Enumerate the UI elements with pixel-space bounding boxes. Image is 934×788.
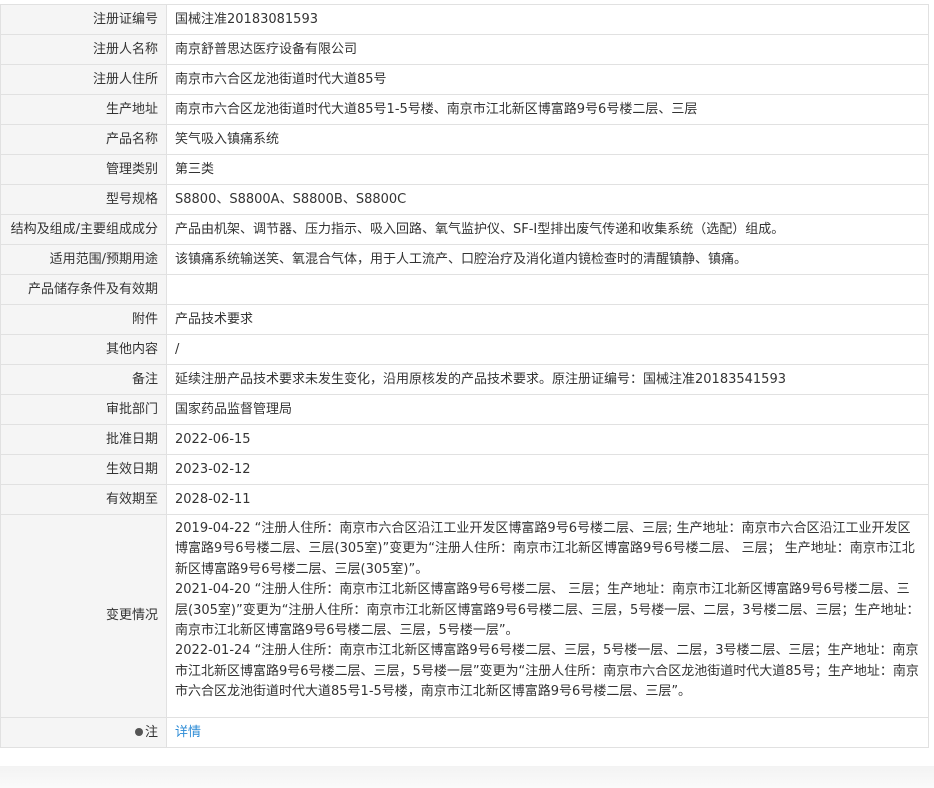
changes-label: 变更情况 [0,514,167,718]
lightbulb-icon [134,727,143,736]
table-row: 有效期至 2028-02-11 [0,484,929,515]
row-value: 2022-06-15 [166,424,929,455]
row-value: / [166,334,929,365]
row-label: 产品名称 [0,124,167,155]
row-value: 延续注册产品技术要求未发生变化，沿用原核发的产品技术要求。原注册证编号：国械注准… [166,364,929,395]
row-value: S8800、S8800A、S8800B、S8800C [166,184,929,215]
row-label: 备注 [0,364,167,395]
table-row: 注册人住所 南京市六合区龙池街道时代大道85号 [0,64,929,95]
note-label-cell: 注 [0,717,167,748]
change-entry: 2019-04-22 “注册人住所：南京市六合区沿江工业开发区博富路9号6号楼二… [175,521,915,577]
table-row: 结构及组成/主要组成成分 产品由机架、调节器、压力指示、吸入回路、氧气监护仪、SF… [0,214,929,245]
table-row-changes: 变更情况 2019-04-22 “注册人住所：南京市六合区沿江工业开发区博富路9号… [0,514,929,718]
table-row: 其他内容 / [0,334,929,365]
row-label: 生产地址 [0,94,167,125]
row-value: 国械注准20183081593 [166,4,929,35]
change-entry: 2022-01-24 “注册人住所：南京市江北新区博富路9号6号楼二层、三层，5… [175,643,919,700]
row-label: 审批部门 [0,394,167,425]
row-value: 笑气吸入镇痛系统 [166,124,929,155]
table-row: 适用范围/预期用途 该镇痛系统输送笑、氧混合气体，用于人工流产、口腔治疗及消化道内… [0,244,929,275]
row-label: 其他内容 [0,334,167,365]
row-value: 南京舒普思达医疗设备有限公司 [166,34,929,65]
row-value [166,274,929,305]
table-row: 产品名称 笑气吸入镇痛系统 [0,124,929,155]
table-row: 生产地址 南京市六合区龙池街道时代大道85号1-5号楼、南京市江北新区博富路9号6… [0,94,929,125]
row-value: 2028-02-11 [166,484,929,515]
row-value: 国家药品监督管理局 [166,394,929,425]
row-label: 有效期至 [0,484,167,515]
row-value: 该镇痛系统输送笑、氧混合气体，用于人工流产、口腔治疗及消化道内镜检查时的清醒镇静… [166,244,929,275]
table-row: 批准日期 2022-06-15 [0,424,929,455]
page: 注册证编号 国械注准20183081593 注册人名称 南京舒普思达医疗设备有限公司注… [0,0,934,788]
row-label: 产品储存条件及有效期 [0,274,167,305]
row-label: 注册人住所 [0,64,167,95]
table-row: 注册证编号 国械注准20183081593 [0,4,929,35]
row-label: 生效日期 [0,454,167,485]
table-row: 备注 延续注册产品技术要求未发生变化，沿用原核发的产品技术要求。原注册证编号：国械… [0,364,929,395]
row-label: 型号规格 [0,184,167,215]
table-row: 生效日期 2023-02-12 [0,454,929,485]
row-label: 注册证编号 [0,4,167,35]
row-value: 南京市六合区龙池街道时代大道85号 [166,64,929,95]
row-value: 产品由机架、调节器、压力指示、吸入回路、氧气监护仪、SF-Ⅰ型排出废气传递和收集… [166,214,929,245]
row-value: 产品技术要求 [166,304,929,335]
row-label: 附件 [0,304,167,335]
table-row: 型号规格 S8800、S8800A、S8800B、S8800C [0,184,929,215]
table-row: 附件 产品技术要求 [0,304,929,335]
row-label: 管理类别 [0,154,167,185]
row-label: 适用范围/预期用途 [0,244,167,275]
row-value: 2023-02-12 [166,454,929,485]
bottom-band [0,766,934,788]
row-label: 注册人名称 [0,34,167,65]
table-row-note: 注 详情 [0,717,929,748]
details-link[interactable]: 详情 [175,725,201,740]
note-value-cell: 详情 [166,717,929,748]
row-label: 批准日期 [0,424,167,455]
change-entry: 2021-04-20 “注册人住所：南京市江北新区博富路9号6号楼二层、 三层；… [175,582,920,639]
table-row: 审批部门 国家药品监督管理局 [0,394,929,425]
row-value: 第三类 [166,154,929,185]
registration-info-table: 注册证编号 国械注准20183081593 注册人名称 南京舒普思达医疗设备有限公司注… [0,4,929,748]
table-row: 产品储存条件及有效期 [0,274,929,305]
table-row: 管理类别 第三类 [0,154,929,185]
table-body: 注册证编号 国械注准20183081593 注册人名称 南京舒普思达医疗设备有限公司注… [0,4,929,748]
changes-value: 2019-04-22 “注册人住所：南京市六合区沿江工业开发区博富路9号6号楼二… [166,514,929,718]
row-label: 结构及组成/主要组成成分 [0,214,167,245]
table-row: 注册人名称 南京舒普思达医疗设备有限公司 [0,34,929,65]
row-value: 南京市六合区龙池街道时代大道85号1-5号楼、南京市江北新区博富路9号6号楼二层… [166,94,929,125]
note-label: 注 [144,724,158,740]
